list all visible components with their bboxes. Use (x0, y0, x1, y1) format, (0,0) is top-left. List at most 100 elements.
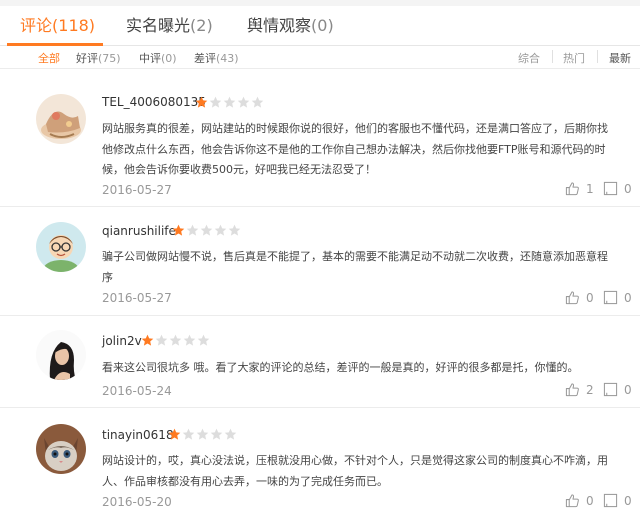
username[interactable]: tinayin0618 (102, 428, 174, 442)
star-empty-icon (186, 224, 199, 237)
tab-opinion-count: (0) (311, 16, 334, 35)
reply-button[interactable]: 0 (603, 290, 632, 305)
comment-line: 骗子公司做网站慢不说，售后真是不能提了，基本的需要不能满足动不动就二次收费，还随… (102, 250, 608, 263)
thumbs-up-icon (565, 181, 586, 196)
filter-divider (0, 68, 640, 69)
like-count: 0 (586, 493, 594, 508)
sort-hot[interactable]: 热门 (563, 50, 585, 66)
reply-button[interactable]: 0 (603, 181, 632, 196)
like-count: 2 (586, 382, 594, 397)
comment-bubble-icon (603, 181, 624, 196)
comment-date: 2016-05-24 (102, 384, 172, 398)
star-rating (141, 334, 211, 347)
comment-line: 候，他会告诉你要收费500元，好吧我已经无法忍受了！ (102, 163, 376, 176)
filter-good-label: 好评 (76, 52, 98, 65)
filter-bar: 全部 好评(75) 中评(0) 差评(43) 综合 热门 最新 (0, 46, 640, 70)
comment-text: 网站服务真的很差，网站建站的时候跟你说的很好，他们的客服也不懂代码，还是满口答应… (102, 119, 632, 181)
tab-opinion-label: 舆情观察 (247, 16, 312, 35)
filter-medium-label: 中评 (139, 52, 161, 65)
tab-public-opinion[interactable]: 舆情观察(0) (247, 12, 334, 36)
reply-button[interactable]: 0 (603, 493, 632, 508)
tab-exposure-count: (2) (190, 16, 213, 35)
username[interactable]: TEL_4006080135 (102, 95, 206, 109)
star-filled-icon (172, 224, 185, 237)
like-count: 0 (586, 290, 594, 305)
comment-text: 网站设计的，哎，真心没法说，压根就没用心做，不针对个人，只是觉得这家公司的制度真… (102, 451, 632, 492)
filter-all[interactable]: 全部 (38, 50, 60, 66)
comment-line: 人、作品审核都没有用心去弄，一味的为了完成任务而已。 (102, 474, 388, 488)
comment-divider (0, 407, 640, 408)
star-empty-icon (223, 96, 236, 109)
filter-medium-count: (0) (161, 52, 177, 65)
star-empty-icon (183, 334, 196, 347)
comment-date: 2016-05-27 (102, 291, 172, 305)
tab-reviews[interactable]: 评论(118) (20, 12, 95, 36)
avatar[interactable] (36, 222, 86, 272)
comment-divider (0, 206, 640, 207)
avatar[interactable] (36, 94, 86, 144)
username[interactable]: jolin2v (102, 334, 142, 348)
star-empty-icon (237, 96, 250, 109)
comment-date: 2016-05-20 (102, 495, 172, 509)
comment-text: 骗子公司做网站慢不说，售后真是不能提了，基本的需要不能满足动不动就二次收费，还随… (102, 247, 632, 288)
thumbs-up-icon (565, 493, 586, 508)
tab-reviews-count: (118) (52, 16, 96, 35)
sort-divider (552, 50, 553, 63)
reply-button[interactable]: 0 (603, 382, 632, 397)
sort-divider (597, 50, 598, 63)
star-empty-icon (209, 96, 222, 109)
star-empty-icon (182, 428, 195, 441)
comment-line: 看来这公司很坑多 哦。看了大家的评论的总结，差评的一般是真的，好评的很多都是托，… (102, 361, 579, 374)
tab-exposure-label: 实名曝光 (126, 16, 191, 35)
filter-good-count: (75) (98, 52, 121, 65)
thumbs-up-icon (565, 290, 586, 305)
comment-line: 他修改点什么东西，他会告诉你这不是他的工作你自己想办法解决，然后你找他要FTP账… (102, 142, 606, 156)
tab-bar: 评论(118) 实名曝光(2) 舆情观察(0) (0, 0, 640, 46)
like-button[interactable]: 0 (565, 493, 594, 508)
avatar[interactable] (36, 330, 86, 380)
star-empty-icon (228, 224, 241, 237)
avatar[interactable] (36, 424, 86, 474)
filter-bad-count: (43) (216, 52, 239, 65)
comment-bubble-icon (603, 290, 624, 305)
comment-line: 网站设计的，哎，真心没法说，压根就没用心做，不针对个人，只是觉得这家公司的制度真… (102, 454, 608, 467)
star-empty-icon (196, 428, 209, 441)
reply-count: 0 (624, 382, 632, 397)
comment-text: 看来这公司很坑多 哦。看了大家的评论的总结，差评的一般是真的，好评的很多都是托，… (102, 358, 632, 379)
thumbs-up-icon (565, 382, 586, 397)
comment-bubble-icon (603, 382, 624, 397)
like-button[interactable]: 1 (565, 181, 594, 196)
star-filled-icon (141, 334, 154, 347)
star-filled-icon (168, 428, 181, 441)
tab-real-name-exposure[interactable]: 实名曝光(2) (126, 12, 213, 36)
star-empty-icon (169, 334, 182, 347)
star-empty-icon (251, 96, 264, 109)
reply-count: 0 (624, 290, 632, 305)
filter-good[interactable]: 好评(75) (76, 50, 121, 66)
comment-date: 2016-05-27 (102, 183, 172, 197)
filter-bad[interactable]: 差评(43) (194, 50, 239, 66)
tab-reviews-label: 评论 (20, 16, 53, 35)
like-count: 1 (586, 181, 594, 196)
star-empty-icon (200, 224, 213, 237)
reply-count: 0 (624, 493, 632, 508)
like-button[interactable]: 0 (565, 290, 594, 305)
comment-line: 网站服务真的很差，网站建站的时候跟你说的很好，他们的客服也不懂代码，还是满口答应… (102, 122, 608, 135)
reply-count: 0 (624, 181, 632, 196)
star-empty-icon (155, 334, 168, 347)
star-rating (168, 428, 238, 441)
star-empty-icon (214, 224, 227, 237)
like-button[interactable]: 2 (565, 382, 594, 397)
comment-divider (0, 315, 640, 316)
username[interactable]: qianrushilife (102, 224, 176, 238)
filter-bad-label: 差评 (194, 52, 216, 65)
comment-bubble-icon (603, 493, 624, 508)
star-empty-icon (210, 428, 223, 441)
star-filled-icon (195, 96, 208, 109)
filter-medium[interactable]: 中评(0) (139, 50, 177, 66)
sort-overall[interactable]: 综合 (518, 50, 540, 66)
star-empty-icon (197, 334, 210, 347)
star-rating (195, 96, 265, 109)
comment-line: 序 (102, 270, 113, 284)
sort-latest[interactable]: 最新 (609, 50, 631, 66)
